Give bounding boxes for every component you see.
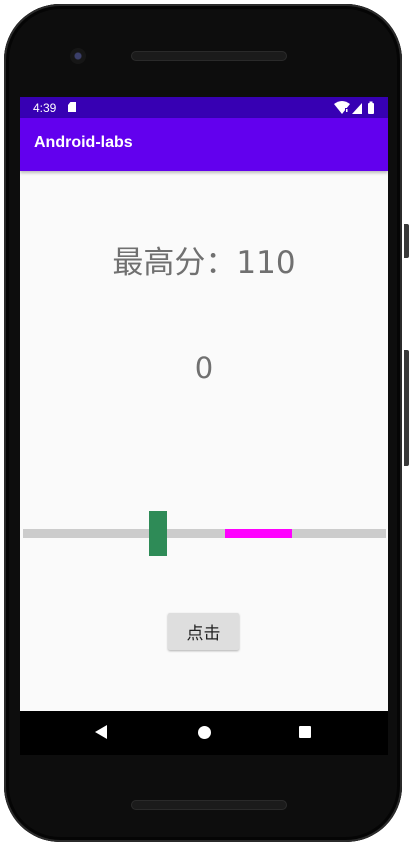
target-zone (225, 529, 292, 538)
battery-icon (368, 103, 374, 114)
navigation-bar (20, 711, 388, 755)
earpiece-speaker (131, 51, 287, 61)
volume-button (404, 350, 409, 466)
power-button (404, 224, 409, 258)
app-bar: Android-labs (20, 118, 388, 171)
signal-icon (352, 103, 362, 114)
front-camera-icon (70, 48, 86, 64)
recents-icon[interactable] (299, 726, 311, 738)
click-button[interactable]: 点击 (168, 613, 239, 650)
moving-marker (149, 511, 167, 556)
app-screen: 4:39 Android-labs 最高分：110 0 点击 (20, 97, 388, 711)
status-icons (334, 101, 374, 114)
wifi-icon (334, 101, 350, 114)
back-icon[interactable] (95, 725, 107, 739)
sd-card-icon (68, 102, 76, 112)
bottom-speaker (131, 800, 287, 810)
home-icon[interactable] (198, 726, 211, 739)
high-score-label: 最高分：110 (112, 245, 296, 281)
game-track (23, 529, 386, 538)
current-score: 0 (194, 351, 214, 385)
status-time: 4:39 (33, 101, 57, 115)
status-bar: 4:39 (20, 97, 388, 118)
app-title: Android-labs (34, 134, 133, 151)
